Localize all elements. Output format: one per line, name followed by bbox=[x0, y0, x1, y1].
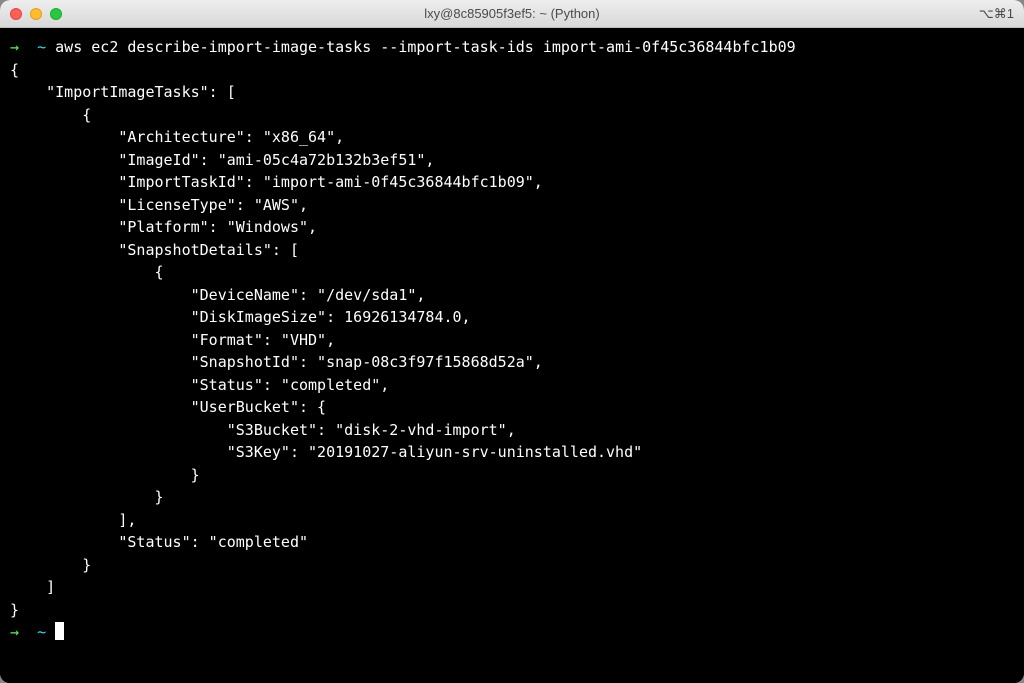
traffic-lights bbox=[10, 8, 62, 20]
prompt-cwd: ~ bbox=[37, 623, 46, 641]
minimize-icon[interactable] bbox=[30, 8, 42, 20]
window-shortcut: ⌥⌘1 bbox=[979, 6, 1014, 22]
zoom-icon[interactable] bbox=[50, 8, 62, 20]
prompt-arrow-icon: → bbox=[10, 38, 19, 56]
window-title: lxy@8c85905f3ef5: ~ (Python) bbox=[424, 6, 599, 21]
terminal-window: lxy@8c85905f3ef5: ~ (Python) ⌥⌘1 → ~ aws… bbox=[0, 0, 1024, 683]
terminal-body[interactable]: → ~ aws ec2 describe-import-image-tasks … bbox=[0, 28, 1024, 683]
prompt-arrow-icon: → bbox=[10, 623, 19, 641]
titlebar: lxy@8c85905f3ef5: ~ (Python) ⌥⌘1 bbox=[0, 0, 1024, 28]
prompt-cwd: ~ bbox=[37, 38, 46, 56]
close-icon[interactable] bbox=[10, 8, 22, 20]
command-output: { "ImportImageTasks": [ { "Architecture"… bbox=[10, 61, 642, 619]
cursor bbox=[55, 622, 64, 640]
command-line: aws ec2 describe-import-image-tasks --im… bbox=[55, 38, 796, 56]
